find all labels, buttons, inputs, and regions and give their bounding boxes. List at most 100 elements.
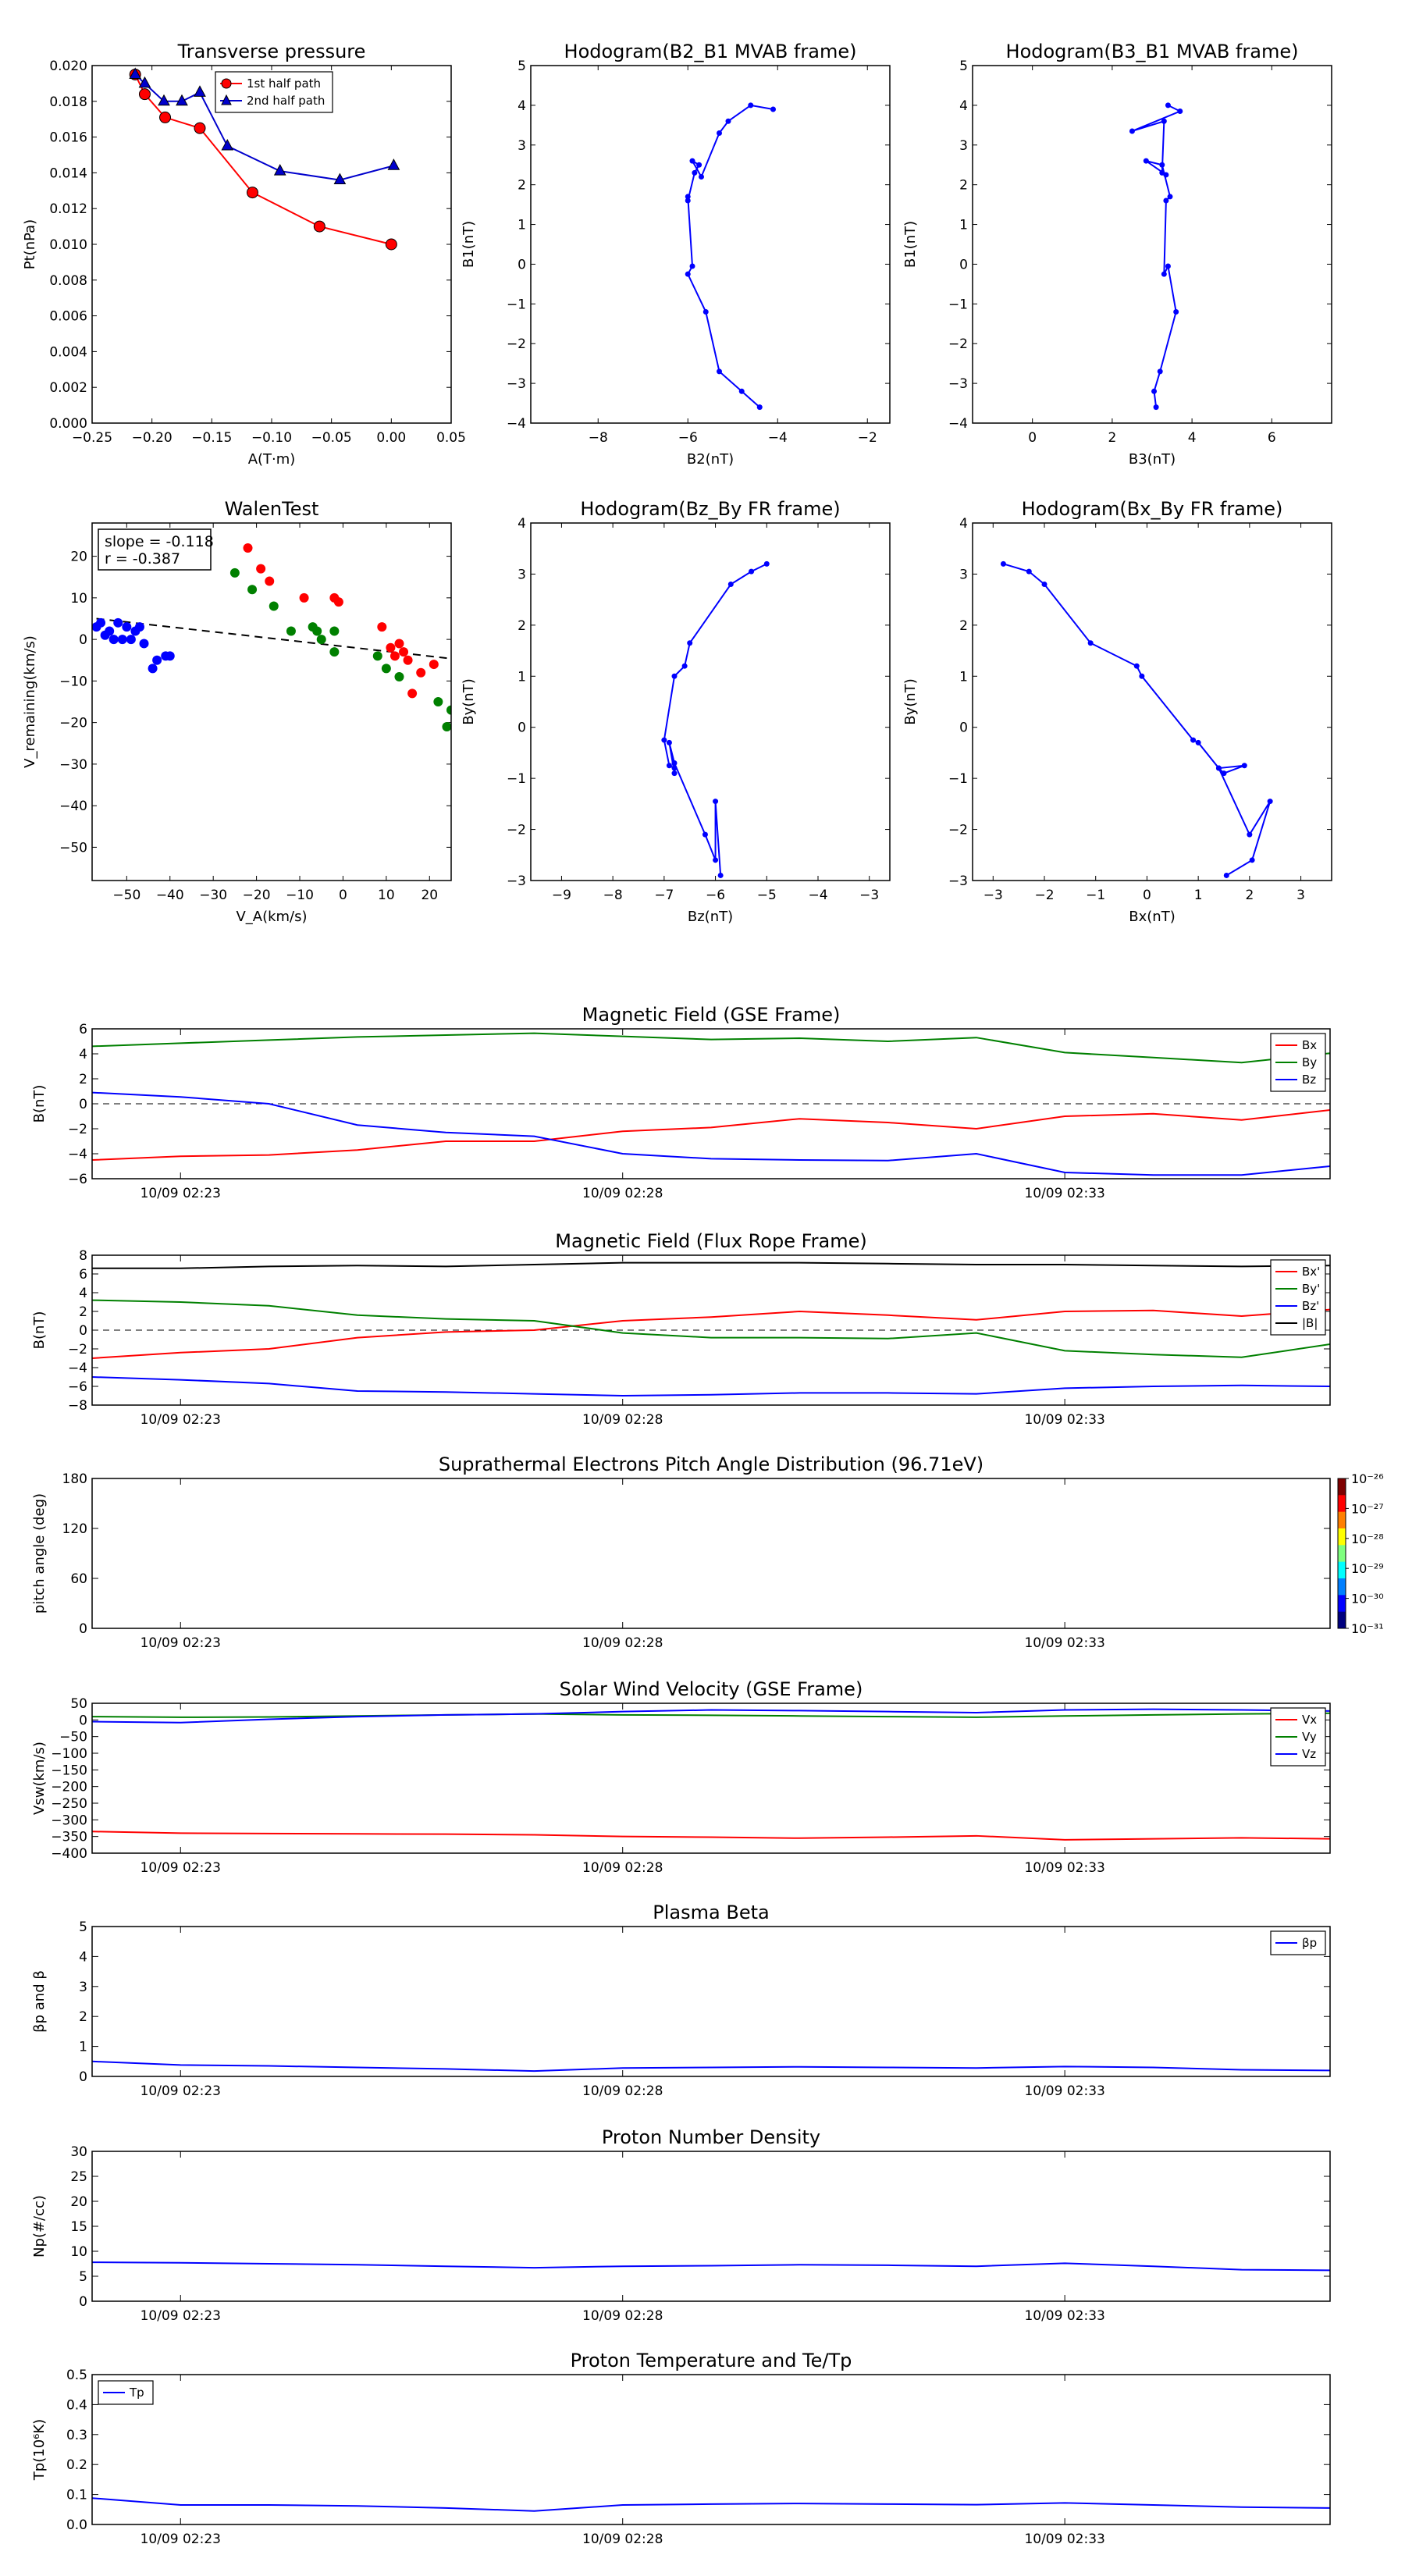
chart-bgse: Magnetic Field (GSE Frame) 10/09 02:23 10/… xyxy=(31,1004,1331,1201)
plot-area xyxy=(661,560,770,878)
y-axis-label: βp and β xyxy=(31,1970,48,2033)
y-tick-label: 0.010 xyxy=(49,237,87,253)
data-point xyxy=(1087,640,1094,646)
x-tick-label: −4 xyxy=(768,430,788,446)
plot-area xyxy=(1129,102,1183,411)
x-tick-label: −50 xyxy=(112,888,140,903)
data-point xyxy=(158,94,170,106)
y-tick-label: −400 xyxy=(51,1846,87,1862)
chart-title: Hodogram(Bx_By FR frame) xyxy=(1022,498,1283,520)
x-tick-label: −0.05 xyxy=(311,430,352,446)
x-axis-label: B3(nT) xyxy=(1129,451,1176,468)
x-tick-label: 10/09 02:23 xyxy=(140,1412,221,1428)
data-point xyxy=(696,162,702,168)
x-tick-label: −6 xyxy=(706,888,725,903)
data-point xyxy=(685,197,691,204)
x-tick-label: 10/09 02:33 xyxy=(1024,2308,1104,2324)
y-tick-label: −6 xyxy=(68,1172,87,1187)
data-point xyxy=(442,721,451,731)
x-tick-label: −0.10 xyxy=(251,430,292,446)
legend-label: Bx xyxy=(1302,1038,1317,1052)
y-tick-label: 0.006 xyxy=(49,309,87,325)
data-point xyxy=(1241,763,1247,769)
legend: Tp xyxy=(98,2380,154,2405)
y-tick-label: −150 xyxy=(51,1763,87,1778)
data-point xyxy=(312,626,322,636)
colorbar-tick-label: 10⁻³¹ xyxy=(1351,1621,1384,1636)
y-tick-label: 4 xyxy=(79,1047,87,1062)
y-tick-label: 4 xyxy=(79,1949,87,1965)
x-tick-label: −0.25 xyxy=(72,430,112,446)
data-point xyxy=(403,655,413,665)
data-point xyxy=(1151,388,1158,394)
y-tick-label: −3 xyxy=(948,376,968,392)
data-point xyxy=(702,831,708,838)
chart-bfr: Magnetic Field (Flux Rope Frame) 10/09 02… xyxy=(31,1230,1331,1428)
axes-frame xyxy=(530,522,891,881)
y-tick-label: 4 xyxy=(959,516,968,532)
data-point xyxy=(256,564,266,574)
x-tick-label: 10/09 02:23 xyxy=(140,1186,221,1201)
y-tick-label: −4 xyxy=(507,416,526,432)
data-point xyxy=(194,85,206,97)
y-tick-label: 1 xyxy=(959,218,968,233)
colorbar-segment xyxy=(1338,1478,1346,1496)
legend-label: |B| xyxy=(1302,1316,1318,1330)
data-point xyxy=(1129,128,1135,134)
axes-frame xyxy=(91,1926,1331,2077)
data-point xyxy=(1133,663,1140,669)
data-point xyxy=(246,187,258,199)
chart-pad: Suprathermal Electrons Pitch Angle Distr… xyxy=(31,1453,1384,1651)
data-point xyxy=(394,639,404,649)
data-point xyxy=(148,664,158,674)
y-tick-label: −2 xyxy=(68,1342,87,1357)
axes-frame xyxy=(91,1478,1331,1629)
chart-title: Solar Wind Velocity (GSE Frame) xyxy=(560,1678,863,1700)
data-point xyxy=(1249,857,1255,863)
data-point xyxy=(717,130,722,137)
x-tick-label: −20 xyxy=(243,888,271,903)
y-tick-label: 4 xyxy=(79,1286,87,1301)
x-tick-label: 2 xyxy=(1245,888,1254,903)
y-tick-label: 6 xyxy=(79,1022,87,1037)
data-point xyxy=(1177,109,1183,115)
data-point xyxy=(122,622,132,632)
y-tick-label: −20 xyxy=(59,716,87,731)
y-tick-label: 2 xyxy=(959,618,968,634)
chart-h3: Hodogram(Bz_By FR frame) −9 −8 −7 −6 −5 −4 −3 −3… xyxy=(461,498,891,925)
y-tick-label: 1 xyxy=(518,218,526,233)
data-point xyxy=(105,626,115,636)
colorbar-segment xyxy=(1338,1511,1346,1529)
legend-label: Vz xyxy=(1302,1747,1316,1761)
x-tick-label: −7 xyxy=(654,888,674,903)
data-point xyxy=(1041,582,1048,588)
y-tick-label: −2 xyxy=(507,336,526,352)
data-point xyxy=(152,655,162,665)
data-point xyxy=(770,106,776,112)
data-point xyxy=(389,651,400,661)
data-point xyxy=(671,765,678,771)
legend-label: Vx xyxy=(1302,1713,1317,1727)
colorbar-segment xyxy=(1338,1545,1346,1563)
y-tick-label: −1 xyxy=(507,771,526,787)
y-tick-label: 0 xyxy=(79,1713,87,1728)
legend: Bx By Bz xyxy=(1270,1033,1326,1092)
y-tick-label: 20 xyxy=(70,2194,87,2210)
data-point xyxy=(329,647,340,657)
x-axis-label: Bx(nT) xyxy=(1129,909,1175,925)
data-point xyxy=(385,238,397,251)
y-tick-label: −50 xyxy=(59,840,87,856)
data-point xyxy=(165,651,175,661)
series-line xyxy=(92,2497,1330,2512)
y-tick-label: 1 xyxy=(518,669,526,685)
y-tick-label: 1 xyxy=(959,669,968,685)
data-point xyxy=(713,857,719,863)
x-tick-label: 10/09 02:28 xyxy=(582,1635,663,1651)
data-point xyxy=(1221,770,1227,777)
y-tick-label: −250 xyxy=(51,1796,87,1812)
data-point xyxy=(1159,162,1165,168)
colorbar-tick-label: 10⁻²⁶ xyxy=(1351,1471,1384,1486)
y-tick-label: 15 xyxy=(70,2219,87,2235)
axes-frame xyxy=(91,65,452,424)
y-tick-label: 50 xyxy=(70,1696,87,1712)
